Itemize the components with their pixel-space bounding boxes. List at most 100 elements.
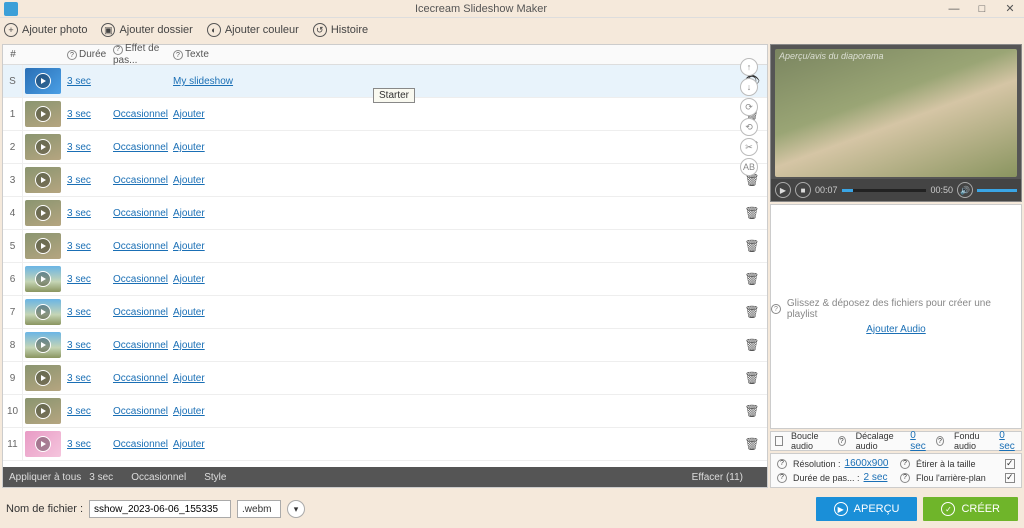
effect-link[interactable]: Occasionnel bbox=[113, 307, 168, 318]
filename-input[interactable] bbox=[89, 500, 231, 518]
text-link[interactable]: Ajouter bbox=[173, 340, 205, 351]
format-dropdown-button[interactable]: ▾ bbox=[287, 500, 305, 518]
effect-link[interactable]: Occasionnel bbox=[113, 340, 168, 351]
apply-style[interactable]: Style bbox=[204, 472, 226, 483]
effect-link[interactable]: Occasionnel bbox=[113, 439, 168, 450]
add-photo-button[interactable]: +Ajouter photo bbox=[4, 23, 87, 37]
help-icon[interactable]: ? bbox=[838, 436, 846, 446]
effect-link[interactable]: Occasionnel bbox=[113, 274, 168, 285]
table-row[interactable]: 7 3 sec Occasionnel Ajouter 🗑 bbox=[3, 296, 767, 329]
apply-duration[interactable]: 3 sec bbox=[89, 472, 113, 483]
slide-thumbnail[interactable] bbox=[25, 134, 61, 160]
move-down-button[interactable]: ↓ bbox=[740, 78, 758, 96]
play-button[interactable]: ▶ bbox=[775, 182, 791, 198]
ab-button[interactable]: AB bbox=[740, 158, 758, 176]
effect-link[interactable]: Occasionnel bbox=[113, 208, 168, 219]
table-row[interactable]: 10 3 sec Occasionnel Ajouter 🗑 bbox=[3, 395, 767, 428]
text-link[interactable]: Ajouter bbox=[173, 241, 205, 252]
add-folder-button[interactable]: ▣Ajouter dossier bbox=[101, 23, 192, 37]
extension-select[interactable]: .webm bbox=[237, 500, 281, 518]
duration-link[interactable]: 3 sec bbox=[67, 109, 91, 120]
text-link[interactable]: Ajouter bbox=[173, 142, 205, 153]
close-button[interactable]: ✕ bbox=[996, 0, 1024, 18]
trash-icon[interactable]: 🗑 bbox=[744, 272, 759, 286]
slide-thumbnail[interactable] bbox=[25, 299, 61, 325]
trash-icon[interactable]: 🗑 bbox=[744, 206, 759, 220]
table-row[interactable]: 6 3 sec Occasionnel Ajouter 🗑 bbox=[3, 263, 767, 296]
effect-link[interactable]: Occasionnel bbox=[113, 109, 168, 120]
minimize-button[interactable]: — bbox=[940, 0, 968, 18]
slide-thumbnail[interactable] bbox=[25, 68, 61, 94]
table-row[interactable]: 11 3 sec Occasionnel Ajouter 🗑 bbox=[3, 428, 767, 461]
fit-checkbox[interactable] bbox=[1005, 459, 1015, 469]
mute-button[interactable]: 🔊 bbox=[957, 182, 973, 198]
duration-link[interactable]: 3 sec bbox=[67, 274, 91, 285]
stop-button[interactable]: ■ bbox=[795, 182, 811, 198]
help-icon[interactable]: ? bbox=[936, 436, 944, 446]
rotate-ccw-button[interactable]: ⟲ bbox=[740, 118, 758, 136]
history-button[interactable]: ↺Histoire bbox=[313, 23, 368, 37]
table-row[interactable]: 9 3 sec Occasionnel Ajouter 🗑 bbox=[3, 362, 767, 395]
duration-link[interactable]: 3 sec bbox=[67, 307, 91, 318]
help-icon[interactable]: ? bbox=[777, 473, 787, 483]
preview-button[interactable]: ▶APERÇU bbox=[816, 497, 918, 521]
effect-link[interactable]: Occasionnel bbox=[113, 373, 168, 384]
table-row[interactable]: 2 3 sec Occasionnel Ajouter 🗑 bbox=[3, 131, 767, 164]
duration-link[interactable]: 3 sec bbox=[67, 406, 91, 417]
shuffle-button[interactable]: ✂ bbox=[740, 138, 758, 156]
help-icon[interactable]: ? bbox=[113, 45, 123, 55]
fade-value[interactable]: 0 sec bbox=[999, 430, 1017, 452]
slide-thumbnail[interactable] bbox=[25, 266, 61, 292]
text-link[interactable]: Ajouter bbox=[173, 175, 205, 186]
text-link[interactable]: Ajouter bbox=[173, 439, 205, 450]
clear-all-button[interactable]: Effacer (11) bbox=[692, 472, 743, 483]
loop-checkbox[interactable] bbox=[775, 436, 783, 446]
volume-bar[interactable] bbox=[977, 189, 1017, 192]
slide-thumbnail[interactable] bbox=[25, 233, 61, 259]
help-icon[interactable]: ? bbox=[67, 50, 77, 60]
trash-icon[interactable]: 🗑 bbox=[744, 338, 759, 352]
help-icon[interactable]: ? bbox=[900, 459, 910, 469]
trash-icon[interactable]: 🗑 bbox=[744, 239, 759, 253]
duration-link[interactable]: 3 sec bbox=[67, 373, 91, 384]
slide-thumbnail[interactable] bbox=[25, 431, 61, 457]
slide-thumbnail[interactable] bbox=[25, 332, 61, 358]
blur-checkbox[interactable] bbox=[1005, 473, 1015, 483]
audio-dropzone[interactable]: ?Glissez & déposez des fichiers pour cré… bbox=[770, 204, 1022, 429]
effect-link[interactable]: Occasionnel bbox=[113, 175, 168, 186]
effect-link[interactable]: Occasionnel bbox=[113, 406, 168, 417]
apply-effect[interactable]: Occasionnel bbox=[131, 472, 186, 483]
resolution-value[interactable]: 1600x900 bbox=[845, 458, 889, 469]
rotate-cw-button[interactable]: ⟳ bbox=[740, 98, 758, 116]
trash-icon[interactable]: 🗑 bbox=[744, 305, 759, 319]
help-icon[interactable]: ? bbox=[173, 50, 183, 60]
duration-link[interactable]: 3 sec bbox=[67, 439, 91, 450]
table-row[interactable]: 3 3 sec Occasionnel Ajouter 🗑 bbox=[3, 164, 767, 197]
duration-link[interactable]: 3 sec bbox=[67, 340, 91, 351]
maximize-button[interactable]: □ bbox=[968, 0, 996, 18]
text-link[interactable]: Ajouter bbox=[173, 274, 205, 285]
seek-bar[interactable] bbox=[842, 189, 927, 192]
table-row[interactable]: 1 3 sec Occasionnel AjouterStarter 🗑 bbox=[3, 98, 767, 131]
table-row[interactable]: 5 3 sec Occasionnel Ajouter 🗑 bbox=[3, 230, 767, 263]
slide-thumbnail[interactable] bbox=[25, 365, 61, 391]
text-link[interactable]: Ajouter bbox=[173, 307, 205, 318]
table-row[interactable]: 8 3 sec Occasionnel Ajouter 🗑 bbox=[3, 329, 767, 362]
text-link[interactable]: Ajouter bbox=[173, 208, 205, 219]
add-color-button[interactable]: ◐Ajouter couleur bbox=[207, 23, 299, 37]
help-icon[interactable]: ? bbox=[777, 459, 787, 469]
duration-link[interactable]: 3 sec bbox=[67, 241, 91, 252]
trash-icon[interactable]: 🗑 bbox=[744, 371, 759, 385]
duration-link[interactable]: 3 sec bbox=[67, 142, 91, 153]
duration-link[interactable]: 3 sec bbox=[67, 208, 91, 219]
offset-value[interactable]: 0 sec bbox=[910, 430, 928, 452]
trash-icon[interactable]: 🗑 bbox=[744, 437, 759, 451]
text-link[interactable]: Ajouter bbox=[173, 109, 205, 120]
slide-thumbnail[interactable] bbox=[25, 200, 61, 226]
add-audio-link[interactable]: Ajouter Audio bbox=[866, 324, 926, 335]
effect-link[interactable]: Occasionnel bbox=[113, 241, 168, 252]
help-icon[interactable]: ? bbox=[900, 473, 910, 483]
text-link[interactable]: My slideshow bbox=[173, 76, 233, 87]
move-up-button[interactable]: ↑ bbox=[740, 58, 758, 76]
effect-link[interactable]: Occasionnel bbox=[113, 142, 168, 153]
